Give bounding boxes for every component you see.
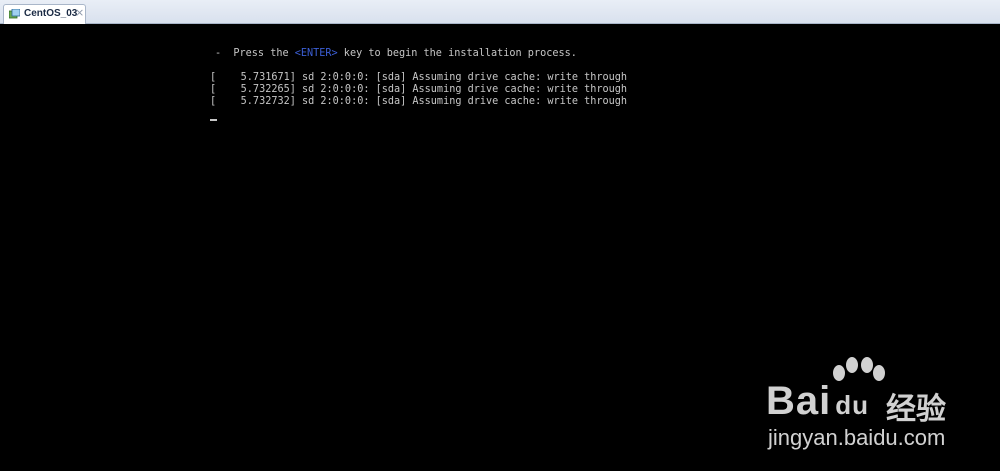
tab-title: CentOS_03 (24, 8, 78, 19)
baidu-watermark: Bai du 经验 jingyan.baidu.com (760, 335, 960, 455)
watermark-url: jingyan.baidu.com (768, 425, 946, 450)
log-line: [ 5.731671] sd 2:0:0:0: [sda] Assuming d… (210, 72, 628, 83)
close-icon[interactable]: × (75, 6, 84, 19)
prompt-prefix: - Press the (215, 48, 295, 59)
enter-key-label: <ENTER> (294, 48, 338, 59)
watermark-chinese: 经验 (886, 392, 946, 427)
log-line: [ 5.732265] sd 2:0:0:0: [sda] Assuming d… (210, 84, 628, 95)
install-prompt: - Press the <ENTER> key to begin the ins… (215, 48, 577, 60)
vm-icon (9, 9, 20, 19)
watermark-brand: Bai du (766, 379, 870, 423)
text-cursor (210, 119, 217, 121)
log-line: [ 5.732732] sd 2:0:0:0: [sda] Assuming d… (210, 96, 628, 107)
tab-centos-03[interactable]: CentOS_03 × (3, 4, 86, 24)
tab-bar: CentOS_03 × (0, 0, 1000, 24)
prompt-suffix: key to begin the installation process. (337, 48, 577, 59)
